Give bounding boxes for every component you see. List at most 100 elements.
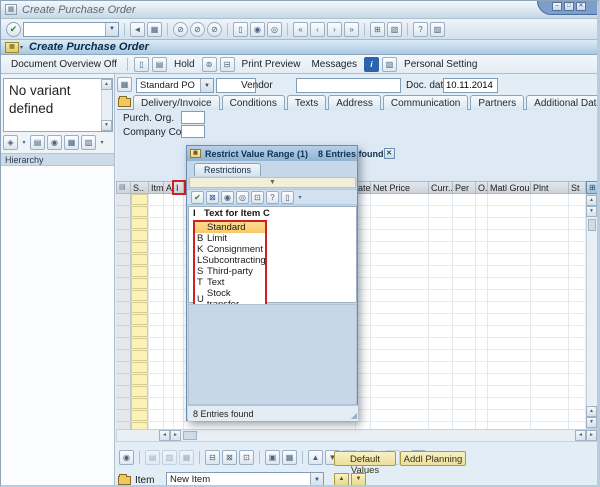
item-cell[interactable]: [149, 302, 164, 314]
item-cell[interactable]: [531, 338, 569, 350]
item-cell[interactable]: [131, 218, 149, 230]
item-cell[interactable]: [149, 230, 164, 242]
column-header-per[interactable]: Per: [453, 181, 476, 194]
item-cell[interactable]: [476, 242, 488, 254]
item-cell[interactable]: [131, 242, 149, 254]
item-cell[interactable]: [488, 398, 531, 410]
item-cell[interactable]: [371, 386, 429, 398]
item-cell[interactable]: [453, 218, 476, 230]
item-cell[interactable]: [356, 302, 371, 314]
item-cell[interactable]: [174, 230, 184, 242]
item-cell[interactable]: [164, 194, 174, 206]
list-item[interactable]: Standard: [195, 222, 265, 233]
first-page-icon[interactable]: «: [293, 21, 308, 37]
find-next-icon[interactable]: ◎: [236, 190, 249, 204]
item-cell[interactable]: [356, 362, 371, 374]
item-cell[interactable]: [476, 422, 488, 429]
item-cell[interactable]: [149, 326, 164, 338]
item-cell[interactable]: [569, 206, 586, 218]
item-cell[interactable]: [476, 278, 488, 290]
item-cell[interactable]: [531, 194, 569, 206]
item-cell[interactable]: [149, 398, 164, 410]
item-cell[interactable]: [569, 338, 586, 350]
item-cell[interactable]: [488, 338, 531, 350]
personal-setting-icon[interactable]: ▧: [382, 56, 398, 72]
item-cell[interactable]: [356, 242, 371, 254]
item-cell[interactable]: [356, 410, 371, 422]
item-cell[interactable]: [149, 350, 164, 362]
item-cell[interactable]: [531, 230, 569, 242]
list-item[interactable]: T Text: [195, 277, 265, 288]
hold-button[interactable]: Hold: [170, 58, 199, 71]
item-cell[interactable]: [569, 362, 586, 374]
item-cell[interactable]: [356, 374, 371, 386]
item-cell[interactable]: [488, 278, 531, 290]
messages-button[interactable]: Messages: [307, 58, 361, 71]
item-cell[interactable]: [371, 350, 429, 362]
find-icon[interactable]: ▦: [64, 135, 79, 150]
chevron-down-icon[interactable]: ▾: [20, 139, 28, 146]
list-item[interactable]: K Consignment: [195, 244, 265, 255]
column-header-status[interactable]: S..: [131, 181, 149, 194]
item-cell[interactable]: [453, 242, 476, 254]
item-cell[interactable]: [371, 206, 429, 218]
last-page-icon[interactable]: »: [344, 21, 359, 37]
item-cell[interactable]: [429, 398, 453, 410]
tab-partners[interactable]: Partners: [470, 95, 525, 110]
tab-restrictions[interactable]: Restrictions: [194, 163, 262, 176]
item-cell[interactable]: [476, 398, 488, 410]
item-cell[interactable]: [488, 218, 531, 230]
item-cell[interactable]: [488, 350, 531, 362]
item-cell[interactable]: [429, 194, 453, 206]
filter-input[interactable]: ▼: [189, 177, 356, 188]
item-cell[interactable]: [131, 398, 149, 410]
item-cell[interactable]: [174, 302, 184, 314]
tab-texts[interactable]: Texts: [286, 95, 327, 110]
chevron-down-icon[interactable]: ▾: [20, 44, 23, 51]
item-cell[interactable]: [429, 242, 453, 254]
item-cell[interactable]: [476, 194, 488, 206]
item-cell[interactable]: [164, 422, 174, 429]
item-cell[interactable]: [356, 350, 371, 362]
item-cell[interactable]: [429, 386, 453, 398]
default-values-button[interactable]: Default Values: [334, 451, 396, 476]
item-cell[interactable]: [131, 278, 149, 290]
details-icon[interactable]: ◉: [119, 450, 134, 465]
item-cell[interactable]: [371, 218, 429, 230]
previous-page-icon[interactable]: ‹: [310, 21, 325, 37]
chevron-down-icon[interactable]: ▾: [296, 194, 304, 201]
item-cell[interactable]: [131, 266, 149, 278]
item-cell[interactable]: [476, 266, 488, 278]
check-icon[interactable]: ⊚: [201, 56, 217, 72]
item-cell[interactable]: [164, 254, 174, 266]
item-cell[interactable]: [371, 362, 429, 374]
item-cell[interactable]: [356, 206, 371, 218]
item-cell[interactable]: [356, 278, 371, 290]
doc-date-input[interactable]: [443, 78, 498, 93]
item-cell[interactable]: [488, 206, 531, 218]
item-cell[interactable]: [453, 302, 476, 314]
row-selector[interactable]: [116, 422, 131, 429]
item-cell[interactable]: [488, 422, 531, 429]
column-header-item[interactable]: Itm: [149, 181, 164, 194]
scroll-left-icon[interactable]: ◄: [575, 430, 586, 441]
item-cell[interactable]: [531, 218, 569, 230]
other-purchase-order-icon[interactable]: ▤: [151, 56, 167, 72]
item-cell[interactable]: [356, 266, 371, 278]
item-cell[interactable]: [531, 386, 569, 398]
item-cell[interactable]: [356, 338, 371, 350]
row-selector[interactable]: [116, 398, 131, 410]
item-cell[interactable]: [429, 326, 453, 338]
item-cell[interactable]: [429, 338, 453, 350]
row-selector[interactable]: [116, 242, 131, 254]
item-cell[interactable]: [476, 338, 488, 350]
create-document-icon[interactable]: ▯: [133, 56, 149, 72]
copy-icon[interactable]: ⊡: [251, 190, 264, 204]
row-selector[interactable]: [116, 266, 131, 278]
print-icon[interactable]: ▧: [81, 135, 96, 150]
item-cell[interactable]: [488, 290, 531, 302]
item-cell[interactable]: [371, 194, 429, 206]
column-header-plant[interactable]: Plnt: [531, 181, 569, 194]
item-cell[interactable]: [531, 254, 569, 266]
item-cell[interactable]: [488, 374, 531, 386]
